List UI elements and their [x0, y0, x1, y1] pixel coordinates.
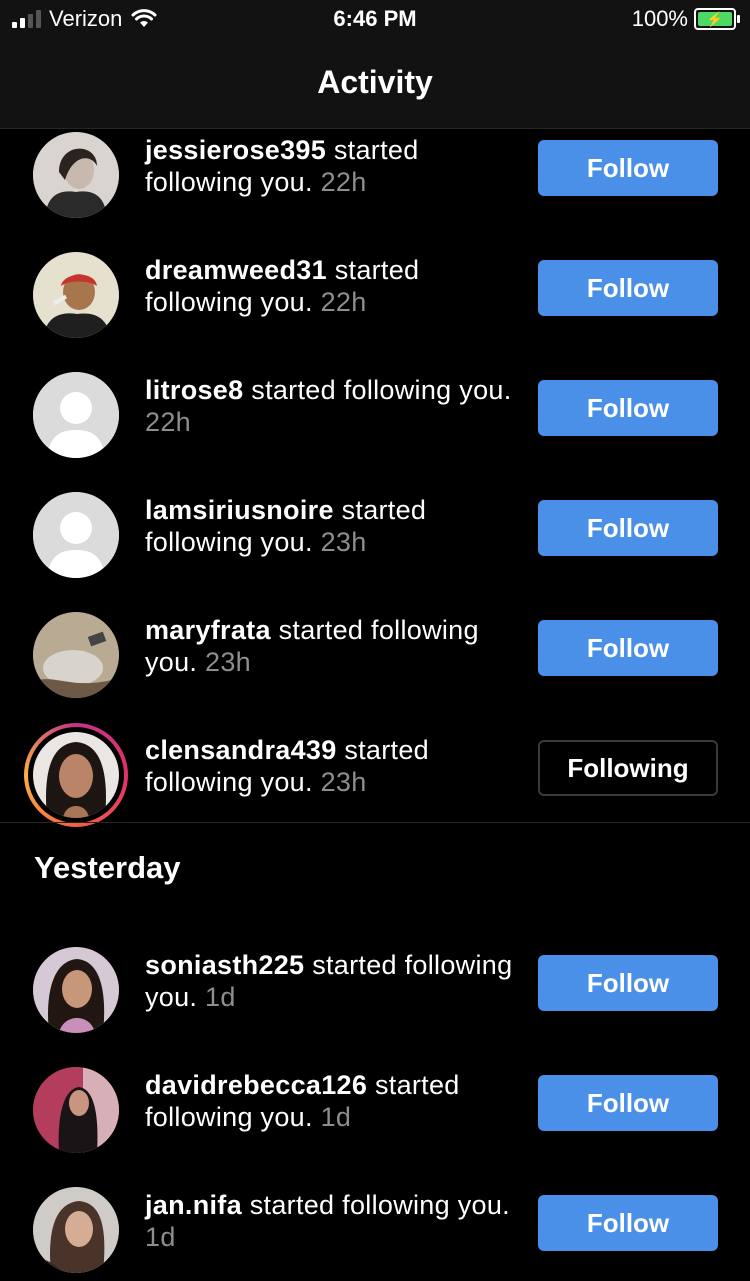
activity-row: clensandra439 started following you. 23h… [0, 706, 750, 827]
username-link[interactable]: litrose8 [145, 375, 243, 405]
username-link[interactable]: jessierose395 [145, 135, 326, 165]
follow-button[interactable]: Follow [538, 380, 718, 436]
activity-time: 23h [320, 527, 367, 557]
username-link[interactable]: davidrebecca126 [145, 1070, 367, 1100]
follow-button[interactable]: Follow [538, 260, 718, 316]
activity-text: davidrebecca126 started following you. 1… [145, 1069, 515, 1133]
activity-row: lamsiriusnoire started following you. 23… [0, 466, 750, 586]
follow-button[interactable]: Follow [538, 955, 718, 1011]
username-link[interactable]: clensandra439 [145, 735, 337, 765]
section-header-yesterday: Yesterday [34, 850, 181, 885]
follow-button[interactable]: Follow [538, 140, 718, 196]
activity-text: litrose8 started following you. 22h [145, 374, 515, 438]
activity-row: dreamweed31 started following you. 22h F… [0, 226, 750, 346]
username-link[interactable]: soniasth225 [145, 950, 304, 980]
activity-time: 22h [320, 167, 367, 197]
section-divider [0, 822, 750, 823]
activity-row: maryfrata started following you. 23h Fol… [0, 586, 750, 706]
activity-time: 23h [205, 647, 251, 677]
avatar-story-ring[interactable] [24, 723, 128, 827]
status-bar-right: 100% ⚡ [631, 6, 740, 32]
avatar[interactable] [33, 1187, 119, 1273]
following-button[interactable]: Following [538, 740, 718, 796]
avatar[interactable] [33, 612, 119, 698]
activity-text: maryfrata started following you. 23h [145, 614, 515, 678]
activity-row: soniasth225 started following you. 1d Fo… [0, 921, 750, 1041]
activity-text: jessierose395 started following you. 22h [145, 134, 515, 198]
activity-text: soniasth225 started following you. 1d [145, 949, 515, 1013]
follow-button[interactable]: Follow [538, 500, 718, 556]
activity-row: jessierose395 started following you. 22h… [0, 106, 750, 226]
avatar[interactable] [33, 947, 119, 1033]
username-link[interactable]: maryfrata [145, 615, 271, 645]
activity-row: jan.nifa started following you. 1d Follo… [0, 1161, 750, 1281]
activity-text: clensandra439 started following you. 23h [145, 734, 515, 798]
activity-row: litrose8 started following you. 22h Foll… [0, 346, 750, 466]
avatar[interactable] [33, 252, 119, 338]
battery-charging-icon: ⚡ [694, 8, 740, 30]
activity-time: 23h [320, 767, 367, 797]
activity-row: davidrebecca126 started following you. 1… [0, 1041, 750, 1161]
follow-button[interactable]: Follow [538, 620, 718, 676]
activity-time: 1d [205, 982, 236, 1012]
page-title: Activity [317, 64, 433, 100]
avatar[interactable] [33, 1067, 119, 1153]
username-link[interactable]: dreamweed31 [145, 255, 327, 285]
follow-button[interactable]: Follow [538, 1195, 718, 1251]
follow-button[interactable]: Follow [538, 1075, 718, 1131]
default-avatar-icon[interactable] [33, 372, 119, 458]
battery-percentage: 100% [631, 6, 688, 31]
activity-time: 1d [145, 1222, 176, 1252]
username-link[interactable]: lamsiriusnoire [145, 495, 334, 525]
activity-text: lamsiriusnoire started following you. 23… [145, 494, 515, 558]
username-link[interactable]: jan.nifa [145, 1190, 242, 1220]
activity-action: started following you. [251, 375, 512, 405]
activity-time: 22h [320, 287, 367, 317]
default-avatar-icon[interactable] [33, 492, 119, 578]
avatar[interactable] [33, 132, 119, 218]
activity-time: 1d [320, 1102, 352, 1132]
activity-action: started following you. [249, 1190, 510, 1220]
activity-text: dreamweed31 started following you. 22h [145, 254, 515, 318]
status-bar: Verizon 6:46 PM 100% ⚡ [0, 0, 750, 40]
activity-text: jan.nifa started following you. 1d [145, 1189, 515, 1253]
activity-time: 22h [145, 407, 191, 437]
